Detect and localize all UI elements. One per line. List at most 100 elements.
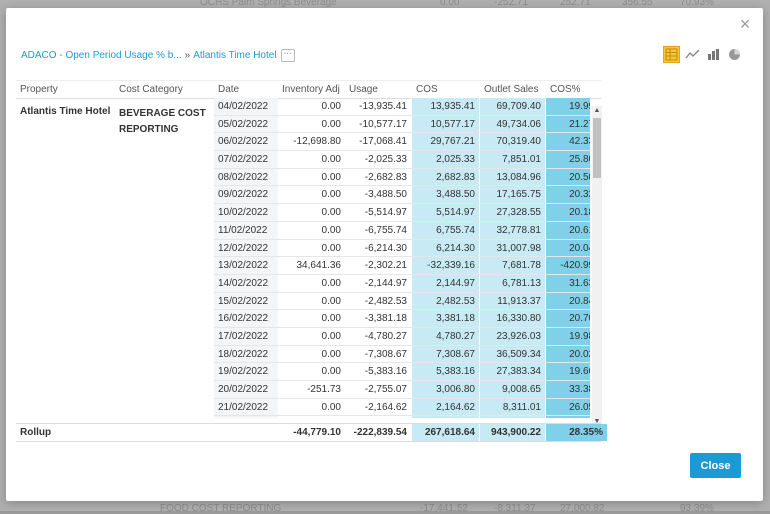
column-header-cos[interactable]: COS bbox=[416, 84, 438, 95]
rollup-row: Rollup -44,779.10 -222,839.54 267,618.64… bbox=[16, 423, 607, 442]
bg-row-value: 356.55 bbox=[622, 0, 653, 8]
grid-scrollbar[interactable]: ▲ ▼ bbox=[592, 106, 602, 427]
column-header-usage[interactable]: Usage bbox=[349, 84, 378, 95]
date-cell: 08/02/2022 bbox=[214, 168, 278, 186]
bg-row-value: -17,441.52 bbox=[420, 503, 468, 514]
line-chart-icon[interactable] bbox=[684, 46, 701, 63]
inventory-adj-cell: 0.00 bbox=[321, 101, 341, 112]
cos-pct-cell: 20.84% bbox=[545, 292, 590, 310]
cos-cell: 13,935.41 bbox=[411, 98, 479, 115]
cos-pct-cell: 19.66% bbox=[545, 363, 590, 380]
bg-row-value: 93.39% bbox=[680, 503, 714, 514]
usage-cell: -2,297.70 bbox=[343, 416, 411, 418]
column-header-outlet-sales[interactable]: Outlet Sales bbox=[484, 84, 538, 95]
cos-cell: 29,767.21 bbox=[411, 133, 479, 151]
table-row[interactable]: 07/02/2022 0.00 -2,025.33 2,025.33 7,851.01 2… bbox=[214, 151, 590, 169]
table-row[interactable]: 15/02/2022 0.00 -2,482.53 2,482.53 11,913.37… bbox=[214, 292, 590, 311]
more-options-button[interactable]: ··· bbox=[280, 49, 295, 62]
usage-cell: -3,381.18 bbox=[364, 313, 407, 325]
cos-cell: 3,381.18 bbox=[411, 310, 479, 327]
inventory-adj-cell: 0.00 bbox=[321, 171, 341, 183]
cos-cell: 10,577.17 bbox=[411, 115, 479, 133]
bar-chart-icon[interactable] bbox=[705, 46, 722, 63]
usage-cell: -5,514.97 bbox=[364, 207, 407, 219]
close-icon[interactable]: × bbox=[737, 15, 753, 33]
table-row[interactable]: 18/02/2022 0.00 -7,308.67 7,308.67 36,509.34… bbox=[214, 345, 590, 364]
table-row[interactable]: 08/02/2022 0.00 -2,682.83 2,682.83 13,084.96… bbox=[214, 168, 590, 187]
table-row[interactable]: 13/02/2022 34,641.36 -2,302.21 -32,339.16 7,… bbox=[214, 257, 590, 275]
outlet-sales-cell: 27,383.34 bbox=[479, 363, 545, 380]
table-row[interactable]: 06/02/2022 -12,698.80 -17,068.41 29,767.21 7… bbox=[214, 133, 590, 152]
pie-chart-icon[interactable] bbox=[726, 46, 743, 63]
bg-row-value: -252.71 bbox=[494, 0, 528, 8]
breadcrumb-property-link[interactable]: Atlantis Time Hotel bbox=[193, 50, 276, 61]
cos-cell: 5,514.97 bbox=[411, 204, 479, 221]
inventory-adj-cell: 0.00 bbox=[321, 366, 341, 378]
table-row[interactable]: 04/02/2022 0.00 -13,935.41 13,935.41 69,709.… bbox=[214, 98, 590, 116]
cos-cell: 2,144.97 bbox=[411, 274, 479, 292]
inventory-adj-cell: 0.00 bbox=[321, 330, 341, 342]
inventory-adj-cell: -251.73 bbox=[307, 384, 341, 395]
cos-cell: 2,297.70 bbox=[411, 416, 479, 418]
close-button[interactable]: Close bbox=[690, 453, 741, 478]
table-row[interactable]: 20/02/2022 -251.73 -2,755.07 3,006.80 9,008.… bbox=[214, 381, 590, 399]
column-header-date[interactable]: Date bbox=[218, 84, 239, 95]
outlet-sales-cell: 31,007.98 bbox=[479, 239, 545, 257]
table-row[interactable]: 05/02/2022 0.00 -10,577.17 10,577.17 49,734.… bbox=[214, 115, 590, 134]
bg-row-value: 70.93% bbox=[680, 0, 714, 8]
cos-cell: 2,482.53 bbox=[411, 292, 479, 310]
outlet-sales-cell: 27,328.55 bbox=[479, 204, 545, 221]
date-cell: 09/02/2022 bbox=[214, 186, 278, 204]
usage-cell: -6,214.30 bbox=[364, 242, 407, 254]
cos-pct-cell: 26.05% bbox=[545, 398, 590, 416]
outlet-sales-cell: 23,926.03 bbox=[479, 327, 545, 345]
table-row[interactable]: 19/02/2022 0.00 -5,383.16 5,383.16 27,383.34… bbox=[214, 363, 590, 381]
table-row[interactable]: 10/02/2022 0.00 -5,514.97 5,514.97 27,328.55… bbox=[214, 204, 590, 222]
cos-pct-cell: 25.80% bbox=[545, 151, 590, 168]
grid-header: Property Cost Category Date Inventory Ad… bbox=[16, 80, 601, 99]
inventory-adj-cell: 0.00 bbox=[321, 277, 341, 289]
date-cell: 05/02/2022 bbox=[214, 115, 278, 133]
bg-row-value: 0.00 bbox=[440, 0, 460, 8]
cos-pct-cell: 20.18% bbox=[545, 204, 590, 221]
column-header-property[interactable]: Property bbox=[20, 84, 58, 95]
date-cell: 20/02/2022 bbox=[214, 381, 278, 398]
usage-cell: -2,682.83 bbox=[364, 171, 407, 183]
date-cell: 12/02/2022 bbox=[214, 239, 278, 257]
table-row[interactable]: 09/02/2022 0.00 -3,488.50 3,488.50 17,165.75… bbox=[214, 186, 590, 205]
rollup-outlet-sales: 943,900.22 bbox=[479, 424, 545, 441]
table-row[interactable]: 22/02/20220.00-2,297.702,297.7015,450.00… bbox=[214, 416, 590, 418]
cos-cell: 4,780.27 bbox=[411, 327, 479, 345]
rollup-cos: 267,618.64 bbox=[411, 424, 479, 441]
table-row[interactable]: 14/02/2022 0.00 -2,144.97 2,144.97 6,781.13 3… bbox=[214, 274, 590, 293]
table-row[interactable]: 12/02/2022 0.00 -6,214.30 6,214.30 31,007.98… bbox=[214, 239, 590, 258]
column-header-cos-pct[interactable]: COS% bbox=[550, 84, 581, 95]
table-row[interactable]: 17/02/2022 0.00 -4,780.27 4,780.27 23,926.03… bbox=[214, 327, 590, 346]
usage-cell: -2,164.62 bbox=[364, 401, 407, 413]
table-row[interactable]: 16/02/2022 0.00 -3,381.18 3,381.18 16,330.80… bbox=[214, 310, 590, 328]
usage-cell: -13,935.41 bbox=[359, 101, 407, 112]
rollup-inventory-adj: -44,779.10 bbox=[293, 427, 341, 438]
column-header-cost-category[interactable]: Cost Category bbox=[119, 84, 183, 95]
inventory-adj-cell: 34,641.36 bbox=[296, 260, 342, 272]
table-icon[interactable] bbox=[663, 46, 680, 63]
inventory-adj-cell: 0.00 bbox=[321, 401, 341, 413]
cos-cell: -32,339.16 bbox=[411, 257, 479, 274]
scroll-thumb[interactable] bbox=[593, 118, 601, 178]
table-row[interactable]: 21/02/2022 0.00 -2,164.62 2,164.62 8,311.01 2… bbox=[214, 398, 590, 417]
column-header-inventory-adj[interactable]: Inventory Adj bbox=[282, 84, 340, 95]
cos-pct-cell: 20.61% bbox=[545, 221, 590, 239]
usage-cell: -2,025.33 bbox=[364, 154, 407, 166]
date-cell: 14/02/2022 bbox=[214, 274, 278, 292]
grid-body[interactable]: 04/02/2022 0.00 -13,935.41 13,935.41 69,709.… bbox=[214, 98, 590, 418]
date-cell: 06/02/2022 bbox=[214, 133, 278, 151]
date-cell: 18/02/2022 bbox=[214, 345, 278, 363]
rollup-usage: -222,839.54 bbox=[353, 427, 407, 438]
date-cell: 16/02/2022 bbox=[214, 310, 278, 327]
date-cell: 13/02/2022 bbox=[214, 257, 278, 274]
scroll-up-icon[interactable]: ▲ bbox=[592, 106, 602, 116]
inventory-adj-cell: 0.00 bbox=[321, 207, 341, 219]
breadcrumb-report-link[interactable]: ADACO - Open Period Usage % b... bbox=[21, 50, 182, 61]
cos-cell: 6,755.74 bbox=[411, 221, 479, 239]
table-row[interactable]: 11/02/2022 0.00 -6,755.74 6,755.74 32,778.81… bbox=[214, 221, 590, 240]
